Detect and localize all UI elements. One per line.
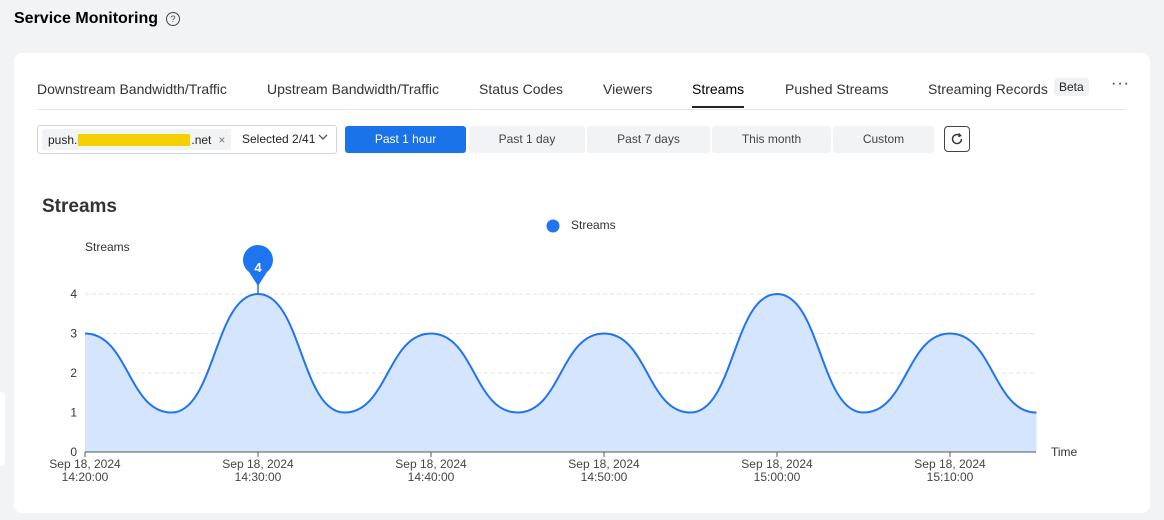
y-tick-label: 1 xyxy=(70,406,77,420)
x-tick-label-date: Sep 18, 2024 xyxy=(568,457,640,471)
tooltip-value: 4 xyxy=(254,260,262,275)
streams-chart: 01234StreamsSep 18, 202414:20:00Sep 18, … xyxy=(49,218,1078,484)
x-tick-label-time: 14:20:00 xyxy=(62,470,109,484)
x-tick-label-date: Sep 18, 2024 xyxy=(741,457,813,471)
y-tick-label: 2 xyxy=(70,366,77,380)
x-tick-label-date: Sep 18, 2024 xyxy=(49,457,121,471)
y-tick-label: 3 xyxy=(70,327,77,341)
x-tick-label-date: Sep 18, 2024 xyxy=(914,457,986,471)
x-tick-label-date: Sep 18, 2024 xyxy=(395,457,467,471)
y-axis-label: Streams xyxy=(85,240,130,254)
legend-label-streams: Streams xyxy=(571,218,616,232)
legend-marker-streams xyxy=(546,219,560,233)
x-tick-label-time: 14:40:00 xyxy=(408,470,455,484)
x-tick-label-time: 14:30:00 xyxy=(235,470,282,484)
x-tick-label-time: 15:00:00 xyxy=(754,470,801,484)
x-tick-label-date: Sep 18, 2024 xyxy=(222,457,294,471)
y-tick-label: 4 xyxy=(70,287,77,301)
x-tick-label-time: 14:50:00 xyxy=(581,470,628,484)
x-axis-label: Time xyxy=(1051,445,1078,459)
x-tick-label-time: 15:10:00 xyxy=(927,470,974,484)
